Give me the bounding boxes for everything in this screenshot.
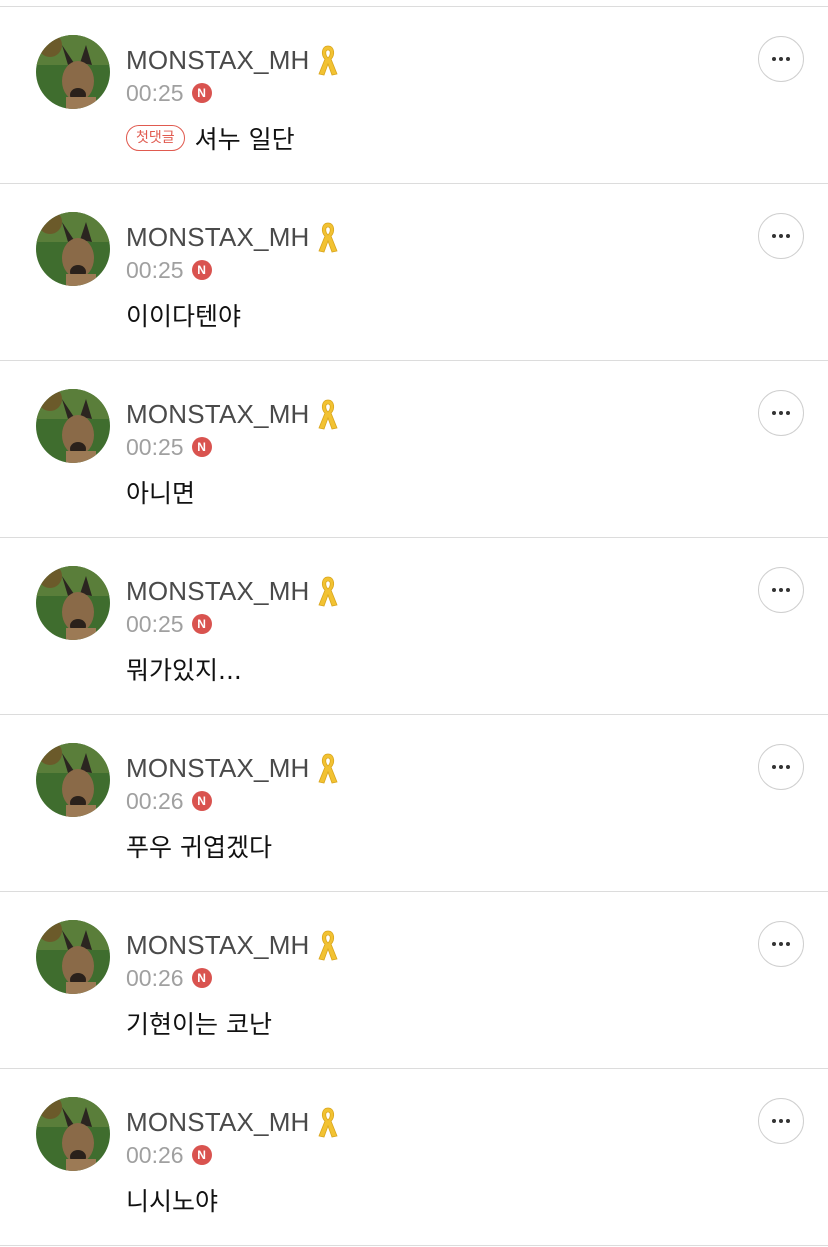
avatar[interactable]	[36, 566, 110, 640]
author-row: MONSTAX_MH	[126, 751, 340, 785]
author-row: MONSTAX_MH	[126, 574, 340, 608]
more-options-icon	[772, 411, 790, 415]
comment-text: 기현이는 코난	[126, 1010, 272, 1039]
more-options-button[interactable]	[758, 36, 804, 82]
yellow-ribbon-icon	[316, 928, 340, 962]
comment-item: MONSTAX_MH 00:25 N 뭐가있지...	[0, 538, 828, 715]
comment-time: 00:26	[126, 1141, 184, 1168]
new-badge: N	[191, 968, 212, 988]
comment-text: 아니면	[126, 479, 196, 508]
comment-text: 푸우 귀엽겠다	[126, 833, 272, 862]
meta-row: 00:25 N	[126, 78, 212, 108]
first-comment-tag: 첫댓글	[126, 125, 185, 151]
comment-time: 00:25	[126, 433, 184, 460]
author-row: MONSTAX_MH	[126, 1105, 340, 1139]
comment-time: 00:26	[126, 787, 184, 814]
comment-text: 니시노야	[126, 1187, 219, 1216]
comment-item: MONSTAX_MH 00:25 N 이이다텐야	[0, 184, 828, 361]
comment-body: 니시노야	[126, 1182, 218, 1218]
new-badge: N	[191, 1145, 212, 1165]
comment-item: MONSTAX_MH 00:26 N 푸우 귀엽겠다	[0, 715, 828, 892]
yellow-ribbon-icon	[316, 397, 340, 431]
avatar[interactable]	[36, 743, 110, 817]
avatar[interactable]	[36, 212, 110, 286]
comment-body: 아니면	[126, 474, 195, 510]
new-badge: N	[191, 437, 212, 457]
comment-item: MONSTAX_MH 00:26 N 기현이는 코난	[0, 892, 828, 1069]
comment-item: MONSTAX_MH 00:26 N 니시노야	[0, 1069, 828, 1246]
new-badge: N	[191, 614, 212, 634]
avatar[interactable]	[36, 35, 110, 109]
new-badge: N	[191, 791, 212, 811]
more-options-icon	[772, 234, 790, 238]
more-options-button[interactable]	[758, 390, 804, 436]
more-options-icon	[772, 1119, 790, 1123]
comment-text: 이이다텐야	[126, 302, 242, 331]
meta-row: 00:26 N	[126, 1140, 212, 1170]
comment-time: 00:25	[126, 79, 184, 106]
comment-time: 00:26	[126, 964, 184, 991]
comment-body: 첫댓글 셔누 일단	[126, 120, 295, 156]
meta-row: 00:25 N	[126, 432, 212, 462]
yellow-ribbon-icon	[316, 574, 340, 608]
username[interactable]: MONSTAX_MH	[126, 1107, 310, 1138]
comment-body: 이이다텐야	[126, 297, 241, 333]
username[interactable]: MONSTAX_MH	[126, 930, 310, 961]
meta-row: 00:26 N	[126, 963, 212, 993]
username[interactable]: MONSTAX_MH	[126, 399, 310, 430]
comment-text: 셔누 일단	[194, 125, 295, 154]
username[interactable]: MONSTAX_MH	[126, 753, 310, 784]
comment-list: MONSTAX_MH 00:25 N 첫댓글 셔누 일단 MONSTAX_MH …	[0, 7, 828, 1246]
meta-row: 00:25 N	[126, 255, 212, 285]
more-options-button[interactable]	[758, 744, 804, 790]
author-row: MONSTAX_MH	[126, 220, 340, 254]
yellow-ribbon-icon	[316, 1105, 340, 1139]
yellow-ribbon-icon	[316, 220, 340, 254]
yellow-ribbon-icon	[316, 751, 340, 785]
new-badge: N	[191, 83, 212, 103]
comment-item: MONSTAX_MH 00:25 N 아니면	[0, 361, 828, 538]
avatar[interactable]	[36, 920, 110, 994]
more-options-button[interactable]	[758, 213, 804, 259]
avatar[interactable]	[36, 1097, 110, 1171]
yellow-ribbon-icon	[316, 43, 340, 77]
more-options-icon	[772, 588, 790, 592]
comment-item: MONSTAX_MH 00:25 N 첫댓글 셔누 일단	[0, 7, 828, 184]
author-row: MONSTAX_MH	[126, 928, 340, 962]
more-options-icon	[772, 765, 790, 769]
author-row: MONSTAX_MH	[126, 43, 340, 77]
more-options-button[interactable]	[758, 921, 804, 967]
comment-body: 푸우 귀엽겠다	[126, 828, 272, 864]
meta-row: 00:25 N	[126, 609, 212, 639]
comment-time: 00:25	[126, 256, 184, 283]
author-row: MONSTAX_MH	[126, 397, 340, 431]
comment-body: 뭐가있지...	[126, 651, 242, 687]
more-options-icon	[772, 942, 790, 946]
more-options-button[interactable]	[758, 567, 804, 613]
comment-text: 뭐가있지...	[126, 656, 242, 685]
more-options-button[interactable]	[758, 1098, 804, 1144]
more-options-icon	[772, 57, 790, 61]
new-badge: N	[191, 260, 212, 280]
avatar[interactable]	[36, 389, 110, 463]
meta-row: 00:26 N	[126, 786, 212, 816]
username[interactable]: MONSTAX_MH	[126, 222, 310, 253]
comment-time: 00:25	[126, 610, 184, 637]
comment-body: 기현이는 코난	[126, 1005, 272, 1041]
username[interactable]: MONSTAX_MH	[126, 45, 310, 76]
username[interactable]: MONSTAX_MH	[126, 576, 310, 607]
